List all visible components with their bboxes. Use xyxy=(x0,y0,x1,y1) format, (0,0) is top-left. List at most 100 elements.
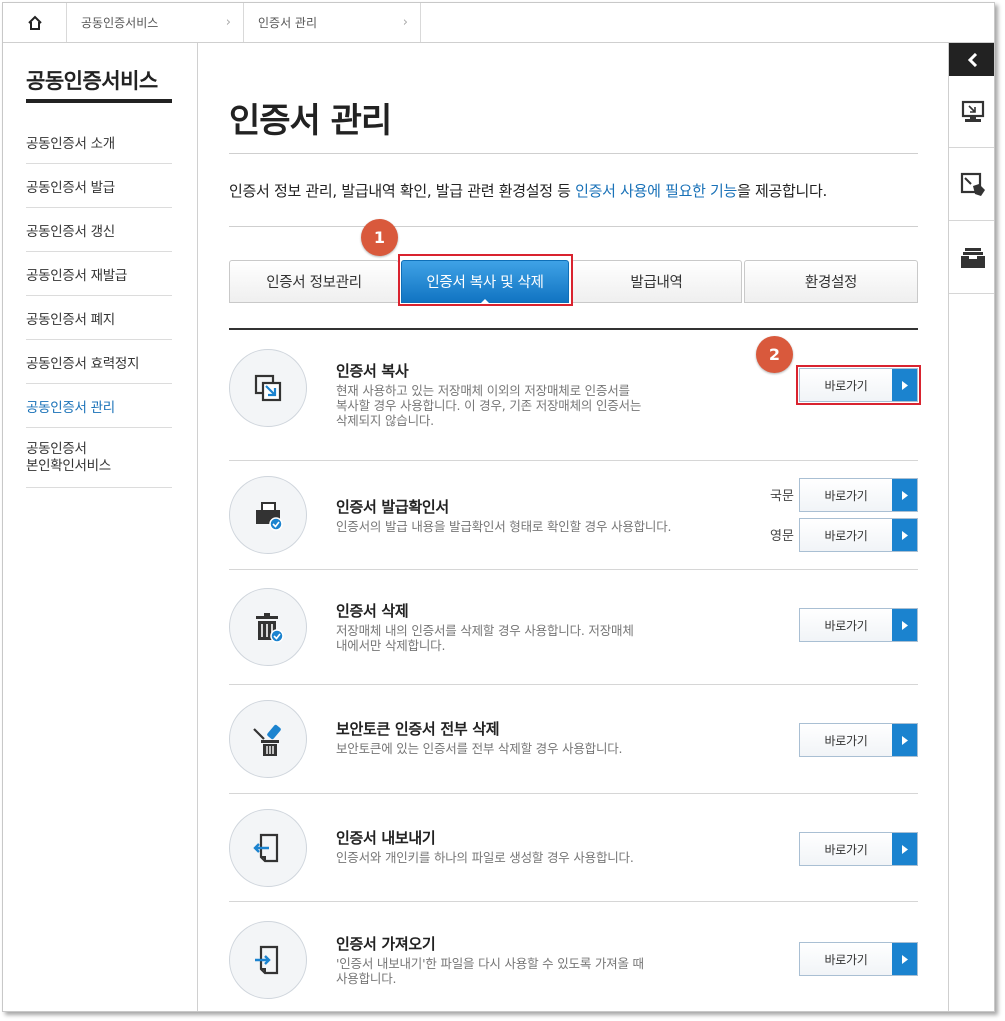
row-description-line: 현재 사용하고 있는 저장매체 이외의 저장매체로 인증서를 xyxy=(336,383,630,398)
sidebar-item-label: 공동인증서 갱신 xyxy=(26,223,115,240)
go-button-token-delete[interactable]: 바로가기 xyxy=(799,723,918,757)
go-button-label: 바로가기 xyxy=(824,488,868,503)
service-row-export: 인증서 내보내기 인증서와 개인키를 하나의 파일로 생성할 경우 사용합니다.… xyxy=(229,794,918,902)
go-button-label: 바로가기 xyxy=(824,733,868,748)
export-file-icon xyxy=(253,833,279,863)
row-description: '인증서 내보내기'한 파일을 다시 사용할 수 있도록 가져올 때 사용합니다… xyxy=(336,956,706,986)
home-button[interactable] xyxy=(3,3,67,42)
chevron-left-icon xyxy=(967,52,978,67)
row-description-line: 삭제되지 않습니다. xyxy=(336,413,434,428)
chevron-right-icon: › xyxy=(225,15,231,30)
go-button-delete[interactable]: 바로가기 xyxy=(799,608,918,642)
sidebar-title: 공동인증서비스 xyxy=(26,69,158,93)
row-icon-circle xyxy=(229,921,307,999)
home-icon xyxy=(27,15,42,30)
sidebar-item-label-line1: 공동인증서 xyxy=(26,440,87,457)
sidebar-item-label: 공동인증서 소개 xyxy=(26,135,115,152)
callout-badge-2: 2 xyxy=(756,336,793,373)
row-description: 인증서와 개인키를 하나의 파일로 생성할 경우 사용합니다. xyxy=(336,850,706,865)
quick-menu-toggle[interactable] xyxy=(949,43,994,76)
row-description: 인증서의 발급 내용을 발급확인서 형태로 확인할 경우 사용합니다. xyxy=(336,519,756,534)
row-icon-circle xyxy=(229,588,307,666)
tab-settings[interactable]: 환경설정 xyxy=(744,260,918,303)
go-button-label: 바로가기 xyxy=(824,952,868,967)
row-title: 인증서 발급확인서 xyxy=(336,498,449,516)
arrow-right-icon xyxy=(892,943,917,975)
arrow-right-icon xyxy=(892,833,917,865)
sidebar-item-intro[interactable]: 공동인증서 소개 xyxy=(26,120,172,164)
row-title: 보안토큰 인증서 전부 삭제 xyxy=(336,720,500,738)
sidebar-item-label: 공동인증서 본인확인서비스 xyxy=(26,441,111,475)
go-button-label: 바로가기 xyxy=(824,618,868,633)
row-description: 저장매체 내의 인증서를 삭제할 경우 사용합니다. 저장매체 내에서만 삭제합… xyxy=(336,623,706,653)
arrow-right-icon xyxy=(892,519,917,551)
intro-divider xyxy=(229,226,918,227)
sidebar-title-underline xyxy=(26,99,172,103)
chevron-right-icon: › xyxy=(402,15,408,30)
row-description-line: 사용합니다. xyxy=(336,971,397,986)
remote-support-icon xyxy=(960,172,985,196)
sidebar-item-reissue[interactable]: 공동인증서 재발급 xyxy=(26,252,172,296)
tab-label: 발급내역 xyxy=(630,275,683,291)
quick-menu-inbox[interactable] xyxy=(949,222,994,294)
sidebar-item-label: 공동인증서 효력정지 xyxy=(26,355,140,372)
sidebar-item-suspend[interactable]: 공동인증서 효력정지 xyxy=(26,340,172,384)
go-button-import[interactable]: 바로가기 xyxy=(799,942,918,976)
go-button-korean[interactable]: 바로가기 xyxy=(799,478,918,512)
main-content: 인증서 관리 인증서 정보 관리, 발급내역 확인, 발급 관련 환경설정 등 … xyxy=(199,43,949,1011)
row-description-line: 복사할 경우 사용합니다. 이 경우, 기존 저장매체의 인증서는 xyxy=(336,398,642,413)
sidebar-item-issue[interactable]: 공동인증서 발급 xyxy=(26,164,172,208)
breadcrumb-label: 인증서 관리 xyxy=(258,16,318,30)
service-row-delete: 인증서 삭제 저장매체 내의 인증서를 삭제할 경우 사용합니다. 저장매체 내… xyxy=(229,570,918,685)
title-divider xyxy=(229,153,918,154)
quick-menu-remote-support[interactable] xyxy=(949,149,994,221)
highlight-box-button xyxy=(796,365,921,405)
row-description: 현재 사용하고 있는 저장매체 이외의 저장매체로 인증서를 복사할 경우 사용… xyxy=(336,383,706,428)
sidebar-item-manage[interactable]: 공동인증서 관리 xyxy=(26,384,172,428)
tab-bar: 인증서 정보관리 인증서 복사 및 삭제 발급내역 환경설정 xyxy=(229,260,918,305)
token-trash-icon xyxy=(253,724,281,756)
row-icon-circle xyxy=(229,476,307,554)
page-title: 인증서 관리 xyxy=(229,101,392,141)
sidebar-item-label: 공동인증서 폐지 xyxy=(26,311,115,328)
sidebar-item-renew[interactable]: 공동인증서 갱신 xyxy=(26,208,172,252)
monitor-icon xyxy=(961,100,985,122)
tab-issue-history[interactable]: 발급내역 xyxy=(571,260,742,303)
quick-menu-monitor[interactable] xyxy=(949,76,994,148)
import-file-icon xyxy=(255,945,279,975)
intro-text-start: 인증서 정보 관리, 발급내역 확인, 발급 관련 환경설정 등 xyxy=(229,182,576,200)
breadcrumb: 공동인증서비스 › 인증서 관리 › xyxy=(3,3,994,43)
breadcrumb-item-service[interactable]: 공동인증서비스 › xyxy=(67,3,244,42)
go-button-english[interactable]: 바로가기 xyxy=(799,518,918,552)
row-icon-circle xyxy=(229,809,307,887)
sidebar: 공동인증서비스 공동인증서 소개 공동인증서 발급 공동인증서 갱신 공동인증서… xyxy=(3,43,198,1011)
row-description: 보안토큰에 있는 인증서를 전부 삭제할 경우 사용합니다. xyxy=(336,741,706,756)
go-button-label: 바로가기 xyxy=(824,528,868,543)
sidebar-item-label: 공동인증서 관리 xyxy=(26,399,115,416)
printer-check-icon xyxy=(256,502,283,531)
sidebar-item-revoke[interactable]: 공동인증서 폐지 xyxy=(26,296,172,340)
row-title: 인증서 가져오기 xyxy=(336,935,436,953)
row-description-line: 보안토큰에 있는 인증서를 전부 삭제할 경우 사용합니다. xyxy=(336,741,623,756)
row-description-line: 인증서의 발급 내용을 발급확인서 형태로 확인할 경우 사용합니다. xyxy=(336,519,672,534)
tab-info-management[interactable]: 인증서 정보관리 xyxy=(229,260,399,303)
row-description-line: '인증서 내보내기'한 파일을 다시 사용할 수 있도록 가져올 때 xyxy=(336,956,644,971)
arrow-right-icon xyxy=(892,609,917,641)
language-label-english: 영문 xyxy=(770,529,794,544)
certificate-copy-icon xyxy=(254,374,282,402)
sidebar-item-label: 공동인증서 재발급 xyxy=(26,267,127,284)
intro-text: 인증서 정보 관리, 발급내역 확인, 발급 관련 환경설정 등 인증서 사용에… xyxy=(229,180,827,201)
sidebar-item-identity[interactable]: 공동인증서 본인확인서비스 xyxy=(26,428,172,488)
service-row-copy: 인증서 복사 현재 사용하고 있는 저장매체 이외의 저장매체로 인증서를 복사… xyxy=(229,330,921,461)
tab-label: 인증서 정보관리 xyxy=(266,275,362,291)
arrow-right-icon xyxy=(892,479,917,511)
trash-check-icon xyxy=(256,613,284,643)
service-row-import: 인증서 가져오기 '인증서 내보내기'한 파일을 다시 사용할 수 있도록 가져… xyxy=(229,902,918,1011)
row-icon-circle xyxy=(229,700,307,778)
breadcrumb-label: 공동인증서비스 xyxy=(81,16,159,30)
arrow-right-icon xyxy=(892,724,917,756)
service-row-token-delete: 보안토큰 인증서 전부 삭제 보안토큰에 있는 인증서를 전부 삭제할 경우 사… xyxy=(229,685,918,794)
row-description-line: 저장매체 내의 인증서를 삭제할 경우 사용합니다. 저장매체 xyxy=(336,623,634,638)
breadcrumb-item-management[interactable]: 인증서 관리 › xyxy=(244,3,421,42)
go-button-export[interactable]: 바로가기 xyxy=(799,832,918,866)
